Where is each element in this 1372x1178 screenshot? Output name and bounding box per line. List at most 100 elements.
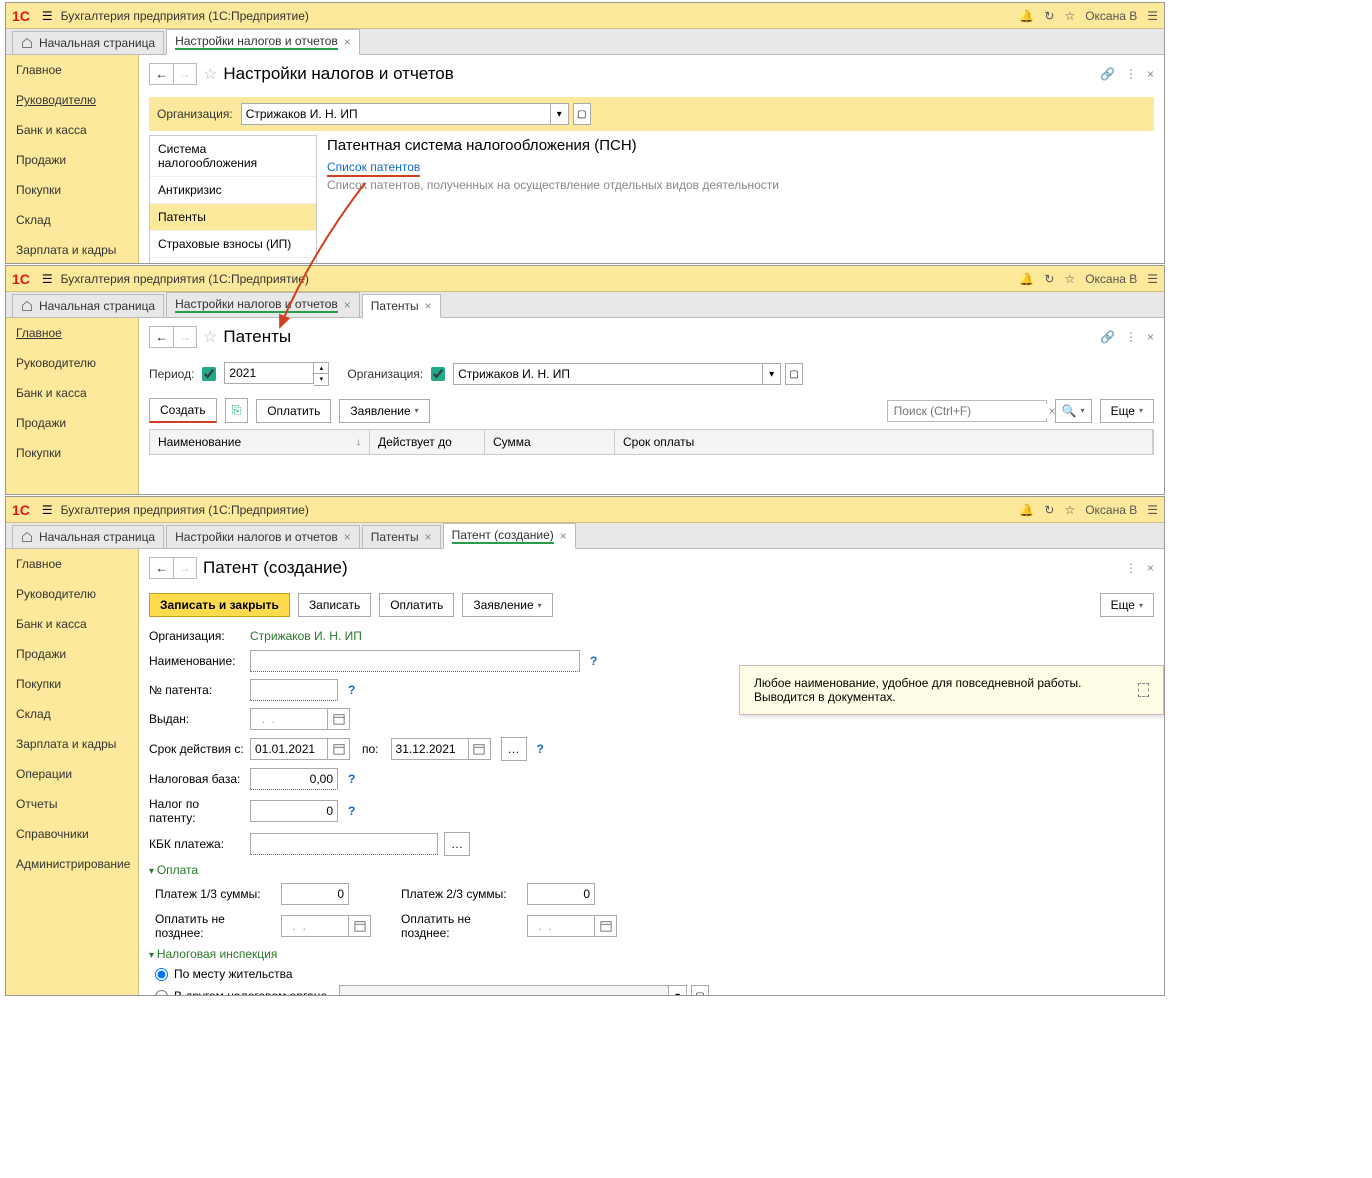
kebab-icon[interactable]: ⋮ [1125,67,1137,81]
more-button[interactable]: Еще ▾ [1100,399,1154,423]
forward-button[interactable]: → [173,326,197,348]
nav-all-taxes[interactable]: Все налоги и отчеты (еще 14) [150,258,316,263]
col-due[interactable]: Срок оплаты [615,430,1153,454]
help-icon[interactable]: ? [348,683,355,697]
star-icon[interactable]: ☆ [1064,272,1075,286]
pay-due1-input[interactable] [281,915,349,937]
residence-radio[interactable] [155,968,168,981]
save-close-button[interactable]: Записать и закрыть [149,593,290,617]
sidebar-item-manager[interactable]: Руководителю [6,579,138,609]
close-icon[interactable]: × [425,530,432,544]
search-button[interactable]: 🔍 ▾ [1055,399,1092,423]
close-icon[interactable]: × [425,299,432,313]
sidebar-item-purchases[interactable]: Покупки [6,438,138,468]
link-icon[interactable]: 🔗 [1100,67,1115,81]
sidebar-item-bank[interactable]: Банк и касса [6,115,138,145]
tab-home[interactable]: Начальная страница [12,525,164,548]
history-icon[interactable]: ↻ [1044,503,1054,517]
sidebar-item-main[interactable]: Главное [6,549,138,579]
period-checkbox[interactable] [202,367,216,381]
close-page-icon[interactable]: × [1147,330,1154,344]
close-page-icon[interactable]: × [1147,561,1154,575]
create-button[interactable]: Создать [149,398,217,423]
back-button[interactable]: ← [149,63,173,85]
help-icon[interactable]: ? [590,654,597,668]
tab-patents[interactable]: Патенты × [362,525,441,548]
valid-from-input[interactable] [250,738,328,760]
sidebar-item-sales[interactable]: Продажи [6,145,138,175]
forward-button[interactable]: → [173,63,197,85]
close-page-icon[interactable]: × [1147,67,1154,81]
tab-patent-create[interactable]: Патент (создание) × [443,523,576,549]
application-button[interactable]: Заявление ▾ [462,593,552,617]
copy-button[interactable]: ⎘ [225,398,249,423]
org-input[interactable] [453,363,763,385]
org-checkbox[interactable] [431,367,445,381]
ellipsis-button[interactable]: … [444,832,470,856]
close-icon[interactable]: × [344,35,351,49]
nav-patents[interactable]: Патенты [150,204,316,231]
tab-home[interactable]: Начальная страница [12,31,164,54]
more-button[interactable]: Еще ▾ [1100,593,1154,617]
open-icon[interactable]: ▢ [785,363,803,385]
sidebar-item-admin[interactable]: Администрирование [6,849,138,879]
calendar-icon[interactable] [595,915,617,937]
open-icon[interactable]: ▢ [573,103,591,125]
patent-list-link[interactable]: Список патентов [327,160,420,177]
pay-due2-input[interactable] [527,915,595,937]
forward-button[interactable]: → [173,557,197,579]
save-button[interactable]: Записать [298,593,371,617]
pay13-input[interactable] [281,883,349,905]
history-icon[interactable]: ↻ [1044,272,1054,286]
sidebar-item-main[interactable]: Главное [6,318,138,348]
sidebar-item-bank[interactable]: Банк и касса [6,378,138,408]
sidebar-item-sales[interactable]: Продажи [6,408,138,438]
sidebar-item-salary[interactable]: Зарплата и кадры [6,235,138,265]
sidebar-item-sales[interactable]: Продажи [6,639,138,669]
menu-icon[interactable]: ☰ [42,503,53,517]
close-icon[interactable]: × [344,298,351,312]
favorite-icon[interactable]: ☆ [203,327,217,347]
sidebar-item-warehouse[interactable]: Склад [6,205,138,235]
ellipsis-button[interactable]: … [501,737,527,761]
tax-base-input[interactable] [250,768,338,790]
dropdown-icon[interactable]: ▾ [551,103,569,125]
tab-patents[interactable]: Патенты × [362,294,441,318]
calendar-icon[interactable] [328,738,350,760]
sidebar-item-operations[interactable]: Операции [6,759,138,789]
valid-to-input[interactable] [391,738,469,760]
panel-icon[interactable]: ☰ [1147,272,1158,286]
bell-icon[interactable]: 🔔 [1019,503,1034,517]
sidebar-item-bank[interactable]: Банк и касса [6,609,138,639]
dropdown-icon[interactable]: ▾ [763,363,781,385]
period-input[interactable] [224,362,314,384]
tab-tax-settings[interactable]: Настройки налогов и отчетов × [166,292,360,317]
tab-tax-settings[interactable]: Настройки налогов и отчетов × [166,525,360,548]
star-icon[interactable]: ☆ [1064,9,1075,23]
sidebar-item-warehouse[interactable]: Склад [6,699,138,729]
user-name[interactable]: Оксана В [1085,9,1137,23]
other-org-radio[interactable] [155,990,168,996]
sidebar-item-manager[interactable]: Руководителю [6,348,138,378]
tab-tax-settings[interactable]: Настройки налогов и отчетов × [166,29,360,55]
help-icon[interactable]: ? [348,804,355,818]
panel-icon[interactable]: ☰ [1147,503,1158,517]
sidebar-item-salary[interactable]: Зарплата и кадры [6,729,138,759]
spin-down[interactable]: ▾ [314,374,328,385]
application-button[interactable]: Заявление ▾ [339,399,429,423]
user-name[interactable]: Оксана В [1085,503,1137,517]
sidebar-item-purchases[interactable]: Покупки [6,669,138,699]
kebab-icon[interactable]: ⋮ [1125,561,1137,575]
org-input[interactable] [241,103,551,125]
issued-input[interactable] [250,708,328,730]
kbk-input[interactable] [250,833,438,855]
bell-icon[interactable]: 🔔 [1019,272,1034,286]
menu-icon[interactable]: ☰ [42,272,53,286]
nav-anticrisis[interactable]: Антикризис [150,177,316,204]
back-button[interactable]: ← [149,326,173,348]
sidebar-item-references[interactable]: Справочники [6,819,138,849]
tax-inspection-section[interactable]: Налоговая инспекция [149,947,1154,961]
tab-home[interactable]: Начальная страница [12,294,164,317]
calendar-icon[interactable] [349,915,371,937]
history-icon[interactable]: ↻ [1044,9,1054,23]
